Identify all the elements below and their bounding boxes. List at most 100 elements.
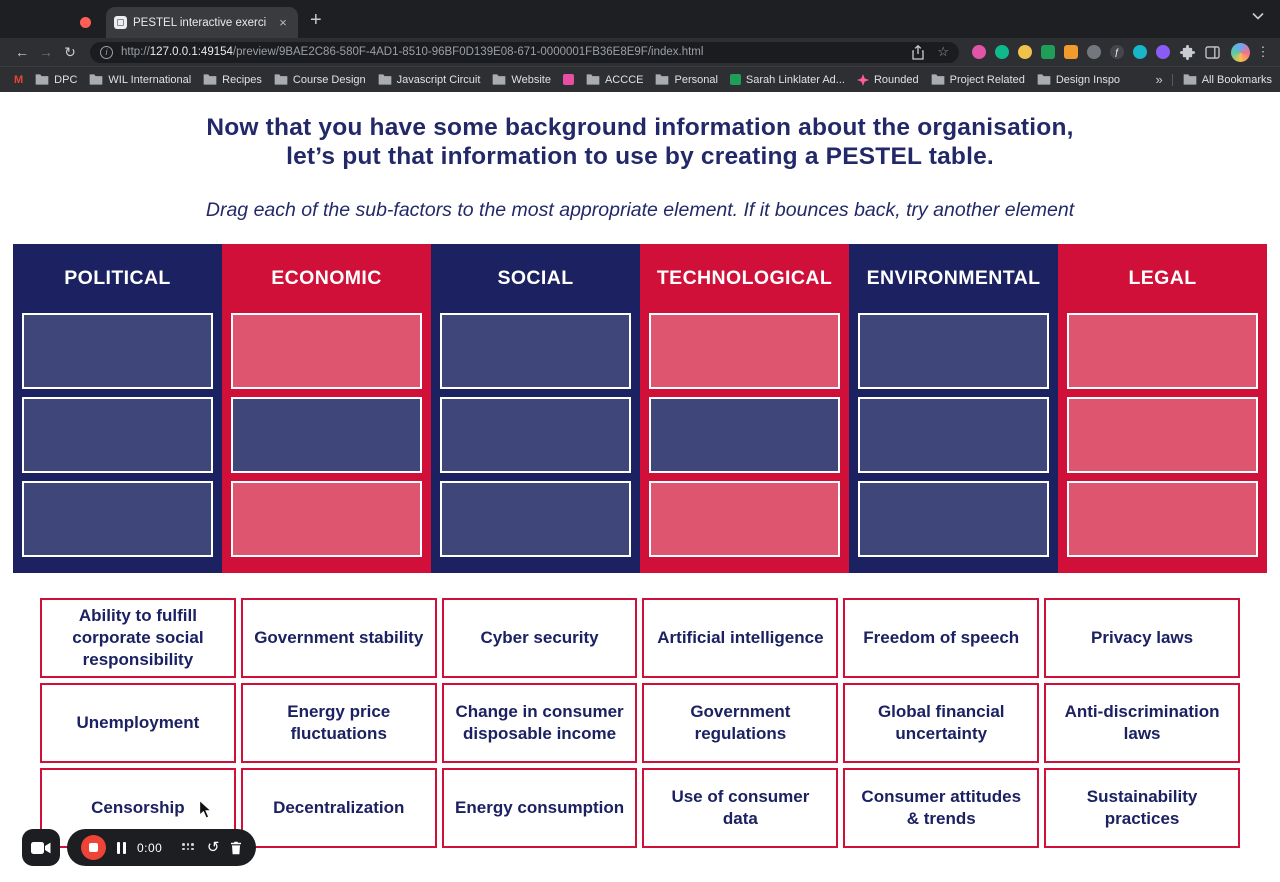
spreadsheet-extension-icon[interactable] bbox=[1041, 45, 1055, 59]
reload-button[interactable]: ↻ bbox=[58, 44, 82, 61]
bookmark-wil-international[interactable]: WIL International bbox=[83, 74, 197, 86]
chip-artificial-intelligence[interactable]: Artificial intelligence bbox=[642, 597, 839, 678]
drop-slot-technological-3[interactable] bbox=[649, 480, 840, 557]
new-tab-button[interactable]: + bbox=[310, 10, 322, 30]
drop-slot-environmental-3[interactable] bbox=[858, 480, 1049, 557]
bookmark-javascript-circuit[interactable]: Javascript Circuit bbox=[372, 74, 487, 86]
bookmark-personal[interactable]: Personal bbox=[649, 74, 723, 86]
folder-icon bbox=[1183, 74, 1197, 85]
drop-slot-environmental-2[interactable] bbox=[858, 396, 1049, 473]
tab-close-icon[interactable]: × bbox=[276, 15, 290, 30]
drop-slot-technological-1[interactable] bbox=[649, 312, 840, 389]
drop-slot-social-1[interactable] bbox=[440, 312, 631, 389]
pink-flower-extension-icon[interactable] bbox=[972, 45, 986, 59]
share-icon[interactable] bbox=[912, 44, 924, 60]
function-extension-icon[interactable]: ƒ bbox=[1110, 45, 1124, 59]
bookmarks-bar: M DPC WIL International Recipes Course Desig… bbox=[0, 66, 1280, 92]
drop-slot-legal-3[interactable] bbox=[1067, 480, 1258, 557]
pink-icon bbox=[562, 74, 574, 85]
bookmark-design-inspo[interactable]: Design Inspo bbox=[1031, 74, 1126, 86]
chip-decentralization[interactable]: Decentralization bbox=[240, 767, 437, 848]
trash-icon[interactable] bbox=[230, 841, 242, 855]
chip-government-regulations[interactable]: Government regulations bbox=[642, 682, 839, 763]
chip-label: Government regulations bbox=[690, 702, 791, 743]
chip-change-in-consumer-disposable-income[interactable]: Change in consumer disposable income bbox=[441, 682, 638, 763]
back-button[interactable]: ← bbox=[10, 44, 34, 60]
bookmark-accce[interactable]: ACCCE bbox=[580, 74, 650, 86]
bookmark-pink[interactable] bbox=[557, 74, 580, 85]
chip-privacy-laws[interactable]: Privacy laws bbox=[1044, 597, 1240, 678]
drop-slot-technological-2[interactable] bbox=[649, 396, 840, 473]
page-content: Now that you have some background inform… bbox=[0, 92, 1280, 882]
pestel-header-economic: ECONOMIC bbox=[271, 266, 382, 289]
drop-slot-political-3[interactable] bbox=[22, 480, 213, 557]
bookmark-sarah-linklater-ad[interactable]: Sarah Linklater Ad... bbox=[724, 74, 851, 86]
drop-slot-political-1[interactable] bbox=[22, 312, 213, 389]
drop-slot-economic-3[interactable] bbox=[231, 480, 422, 557]
window-close-button[interactable] bbox=[80, 17, 91, 28]
all-bookmarks-button[interactable]: All Bookmarks bbox=[1171, 73, 1272, 86]
chip-ability-to-fulfill-corporate-social-responsibility[interactable]: Ability to fulfill corporate social resp… bbox=[40, 597, 236, 678]
bookmark-gmail[interactable]: M bbox=[8, 74, 29, 86]
chip-use-of-consumer-data[interactable]: Use of consumer data bbox=[642, 767, 839, 848]
chip-energy-price-fluctuations[interactable]: Energy price fluctuations bbox=[240, 682, 437, 763]
pause-recording-button[interactable] bbox=[117, 841, 126, 854]
screen-recorder-bar: 0:00 ↺ bbox=[22, 829, 257, 866]
menu-kebab-icon[interactable]: ⋮ bbox=[1256, 44, 1270, 60]
chips-grid: Ability to fulfill corporate social resp… bbox=[40, 597, 1240, 848]
chip-consumer-attitudes-trends[interactable]: Consumer attitudes & trends bbox=[843, 767, 1040, 848]
drop-slot-political-2[interactable] bbox=[22, 396, 213, 473]
chip-energy-consumption[interactable]: Energy consumption bbox=[441, 767, 638, 848]
all-bookmarks-label: All Bookmarks bbox=[1201, 73, 1272, 86]
drop-slot-legal-2[interactable] bbox=[1067, 396, 1258, 473]
purple-layers-extension-icon[interactable] bbox=[1156, 45, 1170, 59]
stop-recording-button[interactable] bbox=[81, 835, 106, 860]
browser-window: PESTEL interactive exerci × + ← → ↻ i ht… bbox=[0, 0, 1280, 882]
chip-label: Use of consumer data bbox=[671, 787, 810, 828]
drag-handle-icon[interactable] bbox=[182, 843, 196, 852]
restart-recording-icon[interactable]: ↺ bbox=[207, 840, 220, 855]
bookmarks-overflow-chevron[interactable]: » bbox=[1146, 72, 1171, 87]
bookmark-label: Website bbox=[511, 73, 551, 86]
bookmark-rounded[interactable]: Rounded bbox=[851, 73, 925, 86]
tab-favicon bbox=[114, 16, 127, 29]
gray-dot-extension-icon[interactable] bbox=[1087, 45, 1101, 59]
camera-button[interactable] bbox=[22, 829, 60, 866]
site-info-icon[interactable]: i bbox=[100, 45, 113, 59]
orange-extension-icon[interactable] bbox=[1064, 45, 1078, 59]
extensions-area: ƒ bbox=[967, 45, 1175, 59]
puzzle-extensions-icon[interactable] bbox=[1180, 44, 1195, 60]
chip-cyber-security[interactable]: Cyber security bbox=[441, 597, 638, 678]
browser-tab[interactable]: PESTEL interactive exerci × bbox=[106, 7, 298, 38]
chip-global-financial-uncertainty[interactable]: Global financial uncertainty bbox=[843, 682, 1040, 763]
pencil-extension-icon[interactable] bbox=[1018, 45, 1032, 59]
forward-button[interactable]: → bbox=[34, 44, 58, 60]
address-bar[interactable]: i http://127.0.0.1:49154/preview/9BAE2C8… bbox=[90, 41, 959, 63]
chip-label: Artificial intelligence bbox=[657, 627, 824, 647]
chip-sustainability-practices[interactable]: Sustainability practices bbox=[1044, 767, 1240, 848]
drop-slot-economic-2[interactable] bbox=[231, 396, 422, 473]
bookmark-recipes[interactable]: Recipes bbox=[197, 74, 268, 86]
bookmark-project-related[interactable]: Project Related bbox=[925, 74, 1031, 86]
folder-icon bbox=[586, 74, 600, 85]
grammarly-extension-icon[interactable] bbox=[995, 45, 1009, 59]
bookmark-dpc[interactable]: DPC bbox=[29, 74, 83, 86]
side-panel-icon[interactable] bbox=[1205, 45, 1220, 59]
profile-avatar[interactable] bbox=[1231, 42, 1250, 62]
chip-label: Sustainability practices bbox=[1086, 787, 1198, 828]
drop-slot-legal-1[interactable] bbox=[1067, 312, 1258, 389]
bookmark-website[interactable]: Website bbox=[486, 74, 557, 86]
tab-search-chevron-icon[interactable] bbox=[1252, 7, 1264, 25]
drop-slot-social-2[interactable] bbox=[440, 396, 631, 473]
chip-government-stability[interactable]: Government stability bbox=[240, 597, 437, 678]
bookmark-star-icon[interactable]: ☆ bbox=[937, 44, 949, 60]
teal-extension-icon[interactable] bbox=[1133, 45, 1147, 59]
drop-slot-economic-1[interactable] bbox=[231, 312, 422, 389]
drop-slot-environmental-1[interactable] bbox=[858, 312, 1049, 389]
bookmark-course-design[interactable]: Course Design bbox=[268, 74, 372, 86]
drop-slot-social-3[interactable] bbox=[440, 480, 631, 557]
chip-label: Change in consumer disposable income bbox=[455, 702, 624, 743]
chip-anti-discrimination-laws[interactable]: Anti-discrimination laws bbox=[1044, 682, 1240, 763]
chip-unemployment[interactable]: Unemployment bbox=[40, 682, 236, 763]
chip-freedom-of-speech[interactable]: Freedom of speech bbox=[843, 597, 1040, 678]
